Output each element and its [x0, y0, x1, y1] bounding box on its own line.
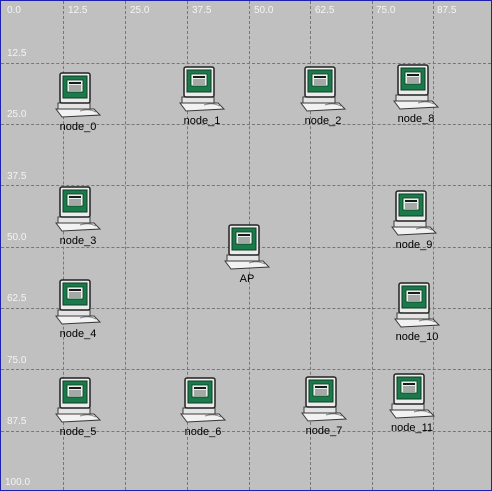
x-tick-label: 25.0 — [130, 5, 150, 16]
node-node_5[interactable]: node_5 — [38, 376, 118, 440]
grid-line — [1, 369, 491, 370]
node-node_10[interactable]: node_10 — [377, 281, 457, 345]
x-tick-label: 75.0 — [376, 5, 396, 16]
node-label: node_4 — [59, 328, 97, 340]
node-label: node_6 — [184, 426, 222, 438]
x-tick-label: 50.0 — [254, 5, 274, 16]
node-label: node_2 — [304, 115, 342, 127]
node-node_2[interactable]: node_2 — [283, 65, 363, 129]
node-node_7[interactable]: node_7 — [284, 375, 364, 439]
y-tick-label: 100.0 — [5, 477, 31, 488]
y-tick-label: 62.5 — [7, 293, 27, 304]
node-label: node_1 — [183, 115, 221, 127]
node-ap[interactable]: AP — [207, 223, 287, 287]
network-canvas[interactable]: 0.0 12.5 25.0 37.5 50.0 62.5 75.0 87.5 1… — [0, 0, 492, 491]
node-label: node_11 — [390, 422, 433, 434]
x-tick-label: 0.0 — [7, 5, 21, 16]
node-node_8[interactable]: node_8 — [376, 63, 456, 127]
node-label: node_5 — [59, 426, 97, 438]
node-label: node_7 — [305, 425, 343, 437]
node-label: node_3 — [59, 235, 97, 247]
node-node_6[interactable]: node_6 — [163, 376, 243, 440]
grid-line — [125, 1, 126, 490]
x-tick-label: 87.5 — [437, 5, 457, 16]
y-tick-label: 37.5 — [7, 171, 27, 182]
node-node_0[interactable]: node_0 — [38, 71, 118, 135]
node-node_3[interactable]: node_3 — [38, 185, 118, 249]
x-tick-label: 62.5 — [315, 5, 335, 16]
node-label: node_8 — [397, 113, 435, 125]
y-tick-label: 12.5 — [7, 48, 27, 59]
node-label: node_0 — [59, 121, 97, 133]
node-node_1[interactable]: node_1 — [162, 65, 242, 129]
y-tick-label: 25.0 — [7, 109, 27, 120]
x-tick-label: 12.5 — [68, 5, 88, 16]
node-label: node_10 — [395, 331, 439, 343]
y-tick-label: 87.5 — [7, 416, 27, 427]
y-tick-label: 50.0 — [7, 232, 27, 243]
node-node_9[interactable]: node_9 — [374, 189, 454, 253]
node-label: AP — [239, 273, 255, 285]
node-node_11[interactable]: node_11 — [372, 372, 452, 436]
x-tick-label: 37.5 — [192, 5, 212, 16]
node-node_4[interactable]: node_4 — [38, 278, 118, 342]
node-label: node_9 — [395, 239, 433, 251]
y-tick-label: 75.0 — [7, 355, 27, 366]
